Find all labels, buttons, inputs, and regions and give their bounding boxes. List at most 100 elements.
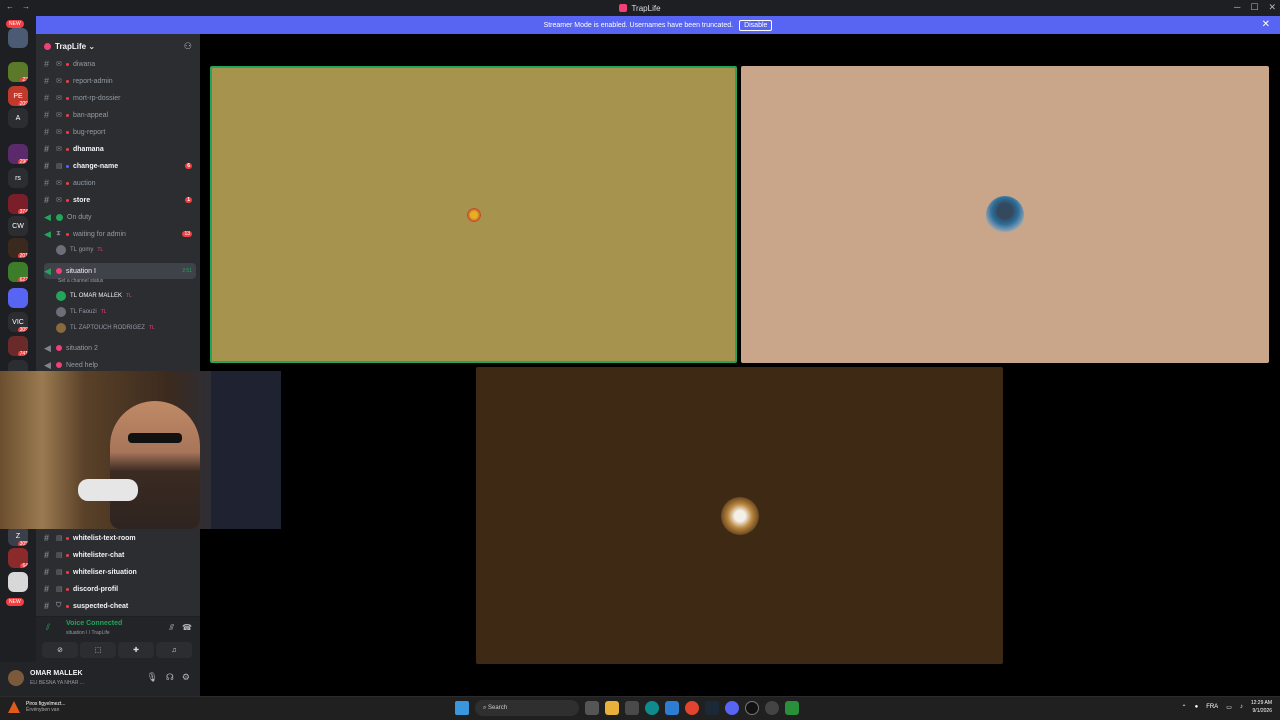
chrome-icon[interactable] <box>685 701 699 715</box>
server-icon[interactable]: Z 305 <box>8 526 28 546</box>
disconnect-icon[interactable]: ☎ <box>182 623 192 633</box>
tray-chevron-icon[interactable]: ⌃ <box>1182 704 1187 711</box>
channel-change-name[interactable]: # ▤ change-name 6 <box>44 158 196 174</box>
settings-gear-icon[interactable]: ⚙ <box>182 672 190 683</box>
voice-user[interactable]: TL gomy TL <box>56 243 196 257</box>
maximize-button[interactable]: ☐ <box>1250 2 1258 13</box>
server-icon[interactable]: PE 209 <box>8 86 28 106</box>
channel-bug-report[interactable]: # ✉ bug-report <box>44 124 196 140</box>
channel-status-hint[interactable]: Set a channel status <box>58 278 103 284</box>
forward-icon[interactable]: → <box>22 2 30 11</box>
add-member-icon[interactable]: ⚇ <box>184 41 192 52</box>
channel-label: suspected-cheat <box>73 602 129 610</box>
headphones-icon[interactable]: ☊ <box>166 672 174 683</box>
red-dot <box>66 232 69 236</box>
voice-member[interactable]: TL OMAR MALLEK TL <box>56 289 196 303</box>
channel-dhamana[interactable]: # ✉ dhamana <box>44 141 196 157</box>
channel-suspected-cheat[interactable]: # ⛉ suspected-cheat <box>44 598 196 614</box>
start-button[interactable] <box>455 701 469 715</box>
server-icon[interactable]: 622 <box>8 262 28 282</box>
channel-store[interactable]: # ✉ store 1 <box>44 192 196 208</box>
user-avatar[interactable] <box>8 670 24 686</box>
channel-auction[interactable]: # ✉ auction <box>44 175 196 191</box>
system-tray: ⌃ ● FRA ▭ ♪ 12:29 AM 9/1/2026 <box>1182 699 1272 715</box>
channel-discord-profil[interactable]: # ▤ discord-profil <box>44 581 196 597</box>
server-badge: 290 <box>17 159 28 164</box>
user-panel: OMAR MALLEK ELI BESNA YA NHAR ... 🎙 ☊ ⚙ <box>0 662 200 696</box>
server-icon[interactable]: CW <box>8 216 28 236</box>
server-icon[interactable]: 64 <box>8 548 28 568</box>
mail-icon[interactable] <box>665 701 679 715</box>
network-icon[interactable]: ▭ <box>1226 704 1232 711</box>
noise-suppression-icon[interactable]: ⫻ <box>169 623 174 633</box>
video-tile[interactable] <box>741 66 1269 363</box>
webcam-background-panel <box>211 371 281 529</box>
server-icon[interactable]: VIC 309 <box>8 312 28 332</box>
server-icon[interactable] <box>8 288 28 308</box>
server-icon[interactable] <box>8 572 28 592</box>
guild-header[interactable]: TrapLife ⌄ ⚇ <box>36 34 200 58</box>
store-icon[interactable] <box>625 701 639 715</box>
forum-icon: ✉ <box>56 112 62 119</box>
channel-label: waiting for admin <box>73 230 126 238</box>
clock[interactable]: 12:29 AM 9/1/2026 <box>1251 699 1272 715</box>
discord-icon[interactable] <box>725 701 739 715</box>
user-controls: 🎙 ☊ ⚙ <box>146 672 190 683</box>
video-tile[interactable] <box>476 367 1003 664</box>
obs-icon[interactable] <box>745 701 759 715</box>
voice-channel-on-duty[interactable]: ◀ On duty <box>44 209 196 225</box>
voice-connected-subtitle[interactable]: situation I / TrapLife <box>66 630 110 636</box>
channel-diwana[interactable]: # ✉ diwana <box>44 56 196 72</box>
microphone-icon[interactable]: 🎙 <box>146 672 157 683</box>
voice-connected-title[interactable]: Voice Connected <box>66 620 122 627</box>
red-dot <box>66 587 69 591</box>
server-icon[interactable]: 23 <box>8 62 28 82</box>
channel-report-admin[interactable]: # ✉ report-admin <box>44 73 196 89</box>
close-window-button[interactable]: ✕ <box>1268 2 1276 13</box>
share-screen-button[interactable]: ⬚ <box>80 642 116 658</box>
server-icon[interactable]: rs <box>8 168 28 188</box>
activities-button[interactable]: ✚ <box>118 642 154 658</box>
soundboard-button[interactable]: ♫ <box>156 642 192 658</box>
taskbar-search[interactable]: ⌕ Search <box>475 700 579 716</box>
participant-avatar <box>720 496 759 535</box>
steam-icon[interactable] <box>705 701 719 715</box>
app-icon[interactable] <box>785 701 799 715</box>
video-tile-speaking[interactable] <box>210 66 737 363</box>
app-icon[interactable] <box>765 701 779 715</box>
server-icon[interactable]: A <box>8 108 28 128</box>
server-icon[interactable] <box>8 28 28 48</box>
doc-icon: ▤ <box>56 535 63 542</box>
channel-whitelist-text-room[interactable]: # ▤ whitelist-text-room <box>44 530 196 546</box>
user-display-name[interactable]: OMAR MALLEK <box>30 670 83 677</box>
close-banner-icon[interactable]: ✕ <box>1262 19 1270 30</box>
edge-icon[interactable] <box>645 701 659 715</box>
voice-member[interactable]: TL ZAPTOUCH RODRIGEZ TL <box>56 321 196 335</box>
mic-tray-icon[interactable]: ● <box>1195 704 1199 710</box>
file-explorer-icon[interactable] <box>605 701 619 715</box>
server-icon[interactable]: 290 <box>8 144 28 164</box>
camera-off-button[interactable]: ⊘ <box>42 642 78 658</box>
voice-channel-waiting-for-admin[interactable]: ◀ ⧗ waiting for admin 13 <box>44 226 196 242</box>
voice-channel-situation-1[interactable]: ◀ situation I 2:51 <box>44 263 196 279</box>
channel-ban-appeal[interactable]: # ✉ ban-appeal <box>44 107 196 123</box>
disable-streamer-mode-button[interactable]: Disable <box>739 19 773 31</box>
language-indicator[interactable]: FRA <box>1206 704 1218 710</box>
task-view-icon[interactable] <box>585 701 599 715</box>
voice-member[interactable]: TL Faouzi TL <box>56 305 196 319</box>
minimize-button[interactable]: ─ <box>1234 2 1240 13</box>
weather-widget[interactable]: Piros figyelmezt... Érvényben van <box>8 701 65 713</box>
voice-channel-situation-2[interactable]: ◀ situation 2 <box>44 340 196 356</box>
server-icon[interactable]: 201 <box>8 238 28 258</box>
channel-whiteliser-situation[interactable]: # ▤ whiteliser-situation <box>44 564 196 580</box>
channel-whitelister-chat[interactable]: # ▤ whitelister-chat <box>44 547 196 563</box>
server-icon[interactable]: 374 <box>8 194 28 214</box>
red-dot <box>66 147 69 151</box>
server-icon[interactable]: 741 <box>8 336 28 356</box>
volume-icon[interactable]: ♪ <box>1240 704 1243 710</box>
channel-mort-rp-dossier[interactable]: # ✉ mort-rp-dossier <box>44 90 196 106</box>
sunglasses <box>128 433 182 443</box>
back-icon[interactable]: ← <box>6 2 14 11</box>
signal-icon[interactable]: ⫽ <box>46 622 50 633</box>
red-dot <box>66 62 69 66</box>
